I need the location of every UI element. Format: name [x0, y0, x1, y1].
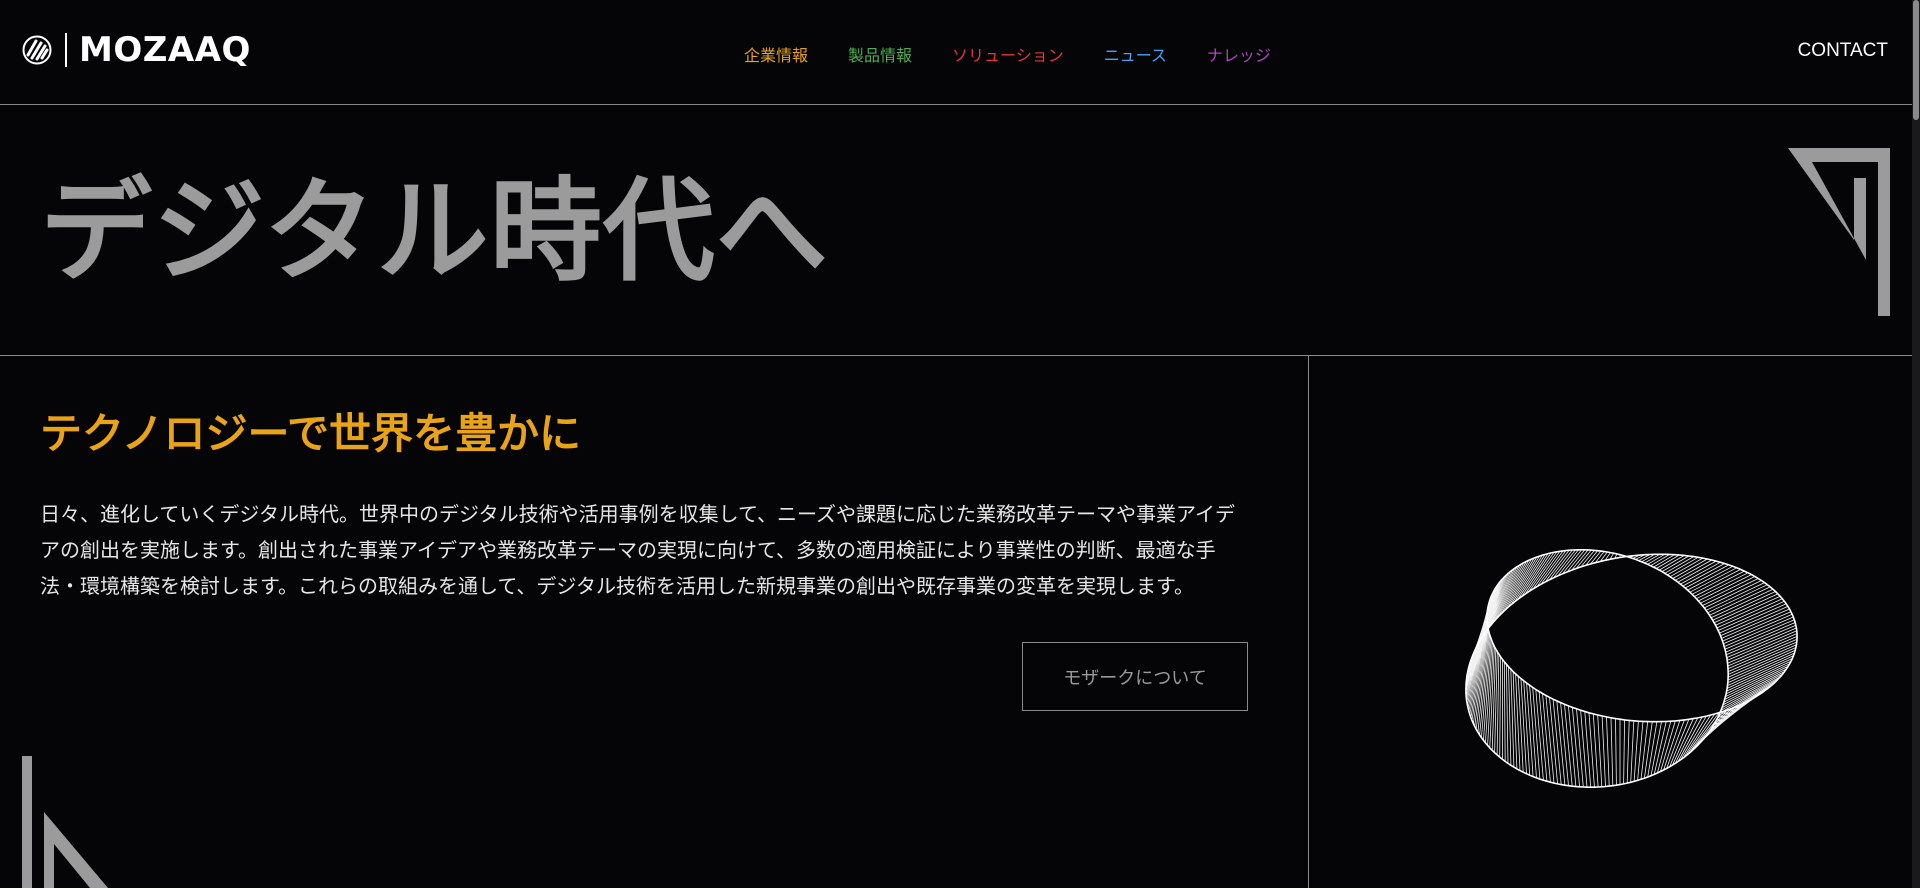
hero-title: デジタル時代へ: [40, 167, 829, 297]
site-header: MOZAAQ 企業情報 製品情報 ソリューション ニュース ナレッジ CONTA…: [0, 0, 1912, 105]
contact-link[interactable]: CONTACT: [1798, 40, 1888, 62]
tagline: テクノロジーで世界を豊かに: [40, 409, 581, 458]
nav-item-company[interactable]: 企業情報: [744, 42, 808, 66]
intro-paragraph: 日々、進化していくデジタル時代。世界中のデジタル技術や活用事例を収集して、ニーズ…: [40, 502, 1235, 598]
page: MOZAAQ 企業情報 製品情報 ソリューション ニュース ナレッジ CONTA…: [0, 0, 1920, 888]
logo-text: MOZAAQ: [79, 30, 251, 70]
mobius-wireframe-lines: [1465, 549, 1798, 788]
about-mozaaq-button[interactable]: モザークについて: [1022, 642, 1248, 711]
nav-item-products[interactable]: 製品情報: [848, 42, 912, 66]
scrollbar[interactable]: [1912, 0, 1920, 888]
angular-corner-decoration: [1788, 148, 1890, 316]
mozaaq-logo-icon: [22, 35, 52, 65]
nav-item-news[interactable]: ニュース: [1104, 42, 1167, 66]
main-nav: 企業情報 製品情報 ソリューション ニュース ナレッジ: [744, 42, 1271, 66]
angular-corner-decoration: [22, 756, 108, 888]
mobius-ring-wireframe: [1465, 549, 1798, 788]
logo-divider: [65, 33, 67, 67]
nav-item-solutions[interactable]: ソリューション: [952, 42, 1064, 66]
scrollbar-thumb[interactable]: [1913, 0, 1919, 120]
nav-item-knowledge[interactable]: ナレッジ: [1207, 42, 1271, 66]
hero-divider: [0, 355, 1912, 356]
column-divider: [1308, 356, 1309, 888]
logo[interactable]: MOZAAQ: [22, 30, 251, 70]
